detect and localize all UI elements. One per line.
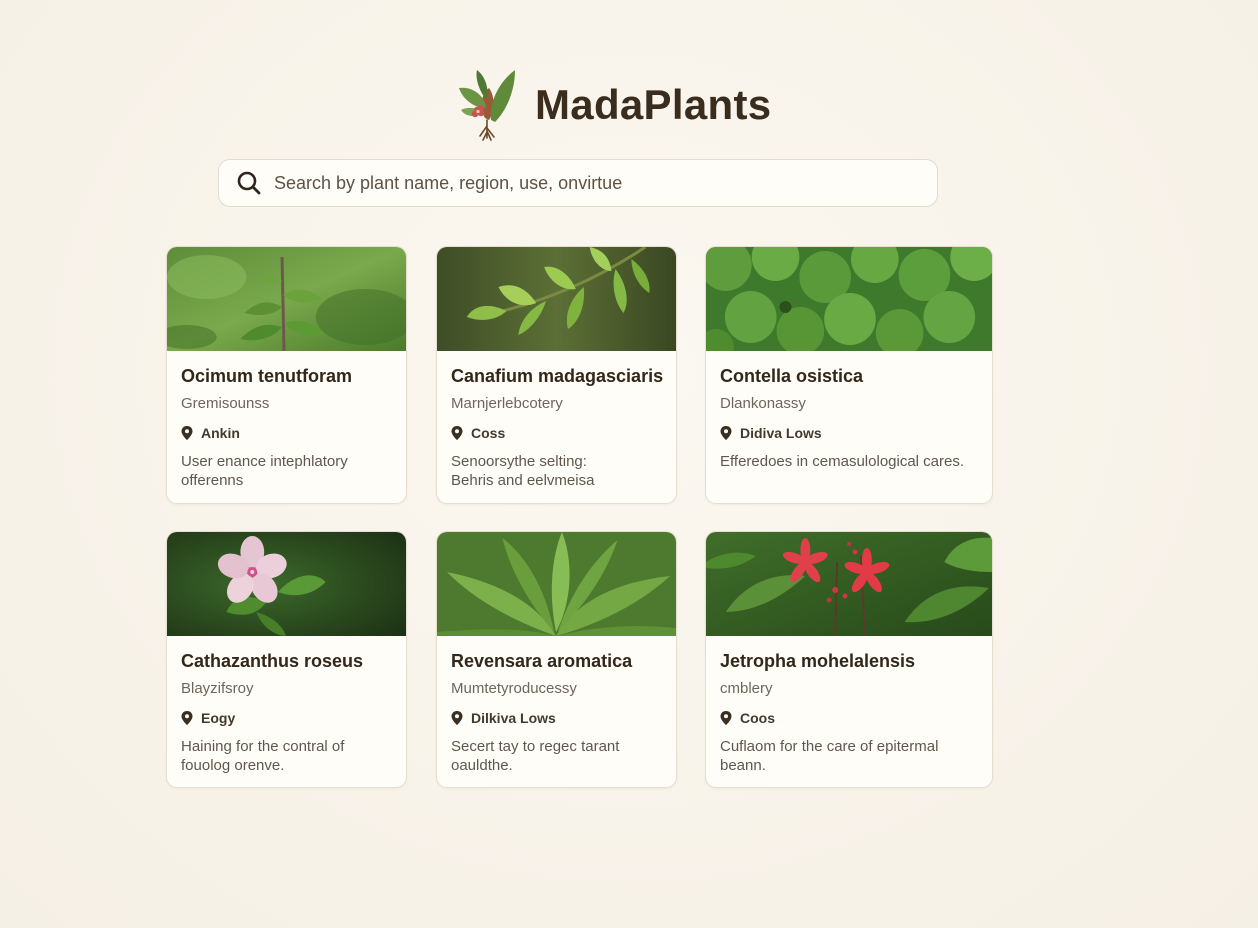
search-input[interactable] — [274, 163, 894, 203]
brand-header: MadaPlants — [455, 68, 771, 142]
plant-photo — [706, 247, 992, 351]
plant-family: Gremisounss — [181, 395, 270, 412]
card-body: Contella osistica Dlankonassy Didiva Low… — [720, 351, 980, 503]
location-pin-icon — [451, 426, 463, 440]
plant-description: Secert tay to regec tarant oauldthe. — [451, 737, 664, 775]
plant-region: Eogy — [181, 710, 235, 726]
region-label: Didiva Lows — [740, 425, 822, 441]
card-body: Revensara aromatica Mumtetyroducessy Dil… — [451, 636, 664, 787]
plant-photo — [437, 247, 676, 351]
card-body: Canafium madagasciaris Marnjerlebcotery … — [451, 351, 664, 503]
description-line: oauldthe. — [451, 757, 513, 774]
plant-leaves-logo-icon — [459, 70, 515, 141]
plant-family: Blayzifsroy — [181, 680, 254, 697]
plant-name: Revensara aromatica — [451, 651, 633, 671]
location-pin-icon — [720, 426, 732, 440]
app-title: MadaPlants — [535, 81, 772, 128]
card-body: Ocimum tenutforam Gremisounss Ankin User… — [181, 351, 394, 503]
location-pin-icon — [451, 711, 463, 725]
plant-name: Cathazanthus roseus — [181, 651, 364, 671]
plant-description: Senoorsythe selting: Behris and eelvmeis… — [451, 452, 664, 490]
plant-region: Coss — [451, 425, 505, 441]
region-label: Ankin — [201, 425, 240, 441]
plant-photo — [437, 532, 676, 636]
plant-region: Coos — [720, 710, 775, 726]
region-label: Coss — [471, 425, 506, 441]
description-line: User enance intephlatory — [181, 453, 348, 470]
plant-family: Mumtetyroducessy — [451, 680, 577, 697]
location-pin-icon — [181, 426, 193, 440]
description-line: Senoorsythe selting: — [451, 453, 587, 470]
description-line: beann. — [720, 757, 766, 774]
search-bar[interactable] — [218, 159, 938, 207]
description-line: offerenns — [181, 472, 244, 489]
search-icon — [237, 171, 261, 195]
description-line: Efferedoes in cemasulological cares. — [720, 453, 965, 470]
plant-family: Marnjerlebcotery — [451, 395, 563, 412]
plant-photo — [167, 247, 406, 351]
plant-name: Canafium madagasciaris — [451, 366, 664, 386]
plant-card[interactable]: Cathazanthus roseus Blayzifsroy Eogy Hai… — [166, 531, 407, 788]
plant-description: Cuflaom for the care of epitermal beann. — [720, 737, 980, 775]
region-label: Eogy — [201, 710, 236, 726]
description-line: Secert tay to regec tarant — [451, 738, 620, 755]
plant-family: Dlankonassy — [720, 395, 806, 412]
card-body: Cathazanthus roseus Blayzifsroy Eogy Hai… — [181, 636, 394, 787]
plant-description: Efferedoes in cemasulological cares. — [720, 452, 980, 471]
region-label: Coos — [740, 710, 775, 726]
card-body: Jetropha mohelalensis cmblery Coos Cufla… — [720, 636, 980, 787]
plant-card[interactable]: Ocimum tenutforam Gremisounss Ankin User… — [166, 246, 407, 504]
plant-region: Didiva Lows — [720, 425, 822, 441]
plant-description: Haining for the contral of fouolog orenv… — [181, 737, 394, 775]
plant-region: Dilkiva Lows — [451, 710, 556, 726]
description-line: Behris and eelvmeisa — [451, 472, 595, 489]
description-line: fouolog orenve. — [181, 757, 285, 774]
plant-card[interactable]: Contella osistica Dlankonassy Didiva Low… — [705, 246, 993, 504]
plant-card[interactable]: Jetropha mohelalensis cmblery Coos Cufla… — [705, 531, 993, 788]
plant-card[interactable]: Revensara aromatica Mumtetyroducessy Dil… — [436, 531, 677, 788]
plant-family: cmblery — [720, 680, 773, 697]
plant-description: User enance intephlatory offerenns — [181, 452, 394, 490]
description-line: Haining for the contral of — [181, 738, 345, 755]
plant-name: Contella osistica — [720, 366, 864, 386]
plant-name: Ocimum tenutforam — [181, 366, 353, 386]
region-label: Dilkiva Lows — [471, 710, 556, 726]
plant-photo — [167, 532, 406, 636]
page: MadaPlants Search by plant name, region,… — [0, 0, 1258, 928]
location-pin-icon — [181, 711, 193, 725]
plant-region: Ankin — [181, 425, 240, 441]
plant-photo — [706, 532, 992, 636]
description-line: Cuflaom for the care of epitermal — [720, 738, 939, 755]
plant-card[interactable]: Canafium madagasciaris Marnjerlebcotery … — [436, 246, 677, 504]
location-pin-icon — [720, 711, 732, 725]
plant-name: Jetropha mohelalensis — [720, 651, 916, 671]
